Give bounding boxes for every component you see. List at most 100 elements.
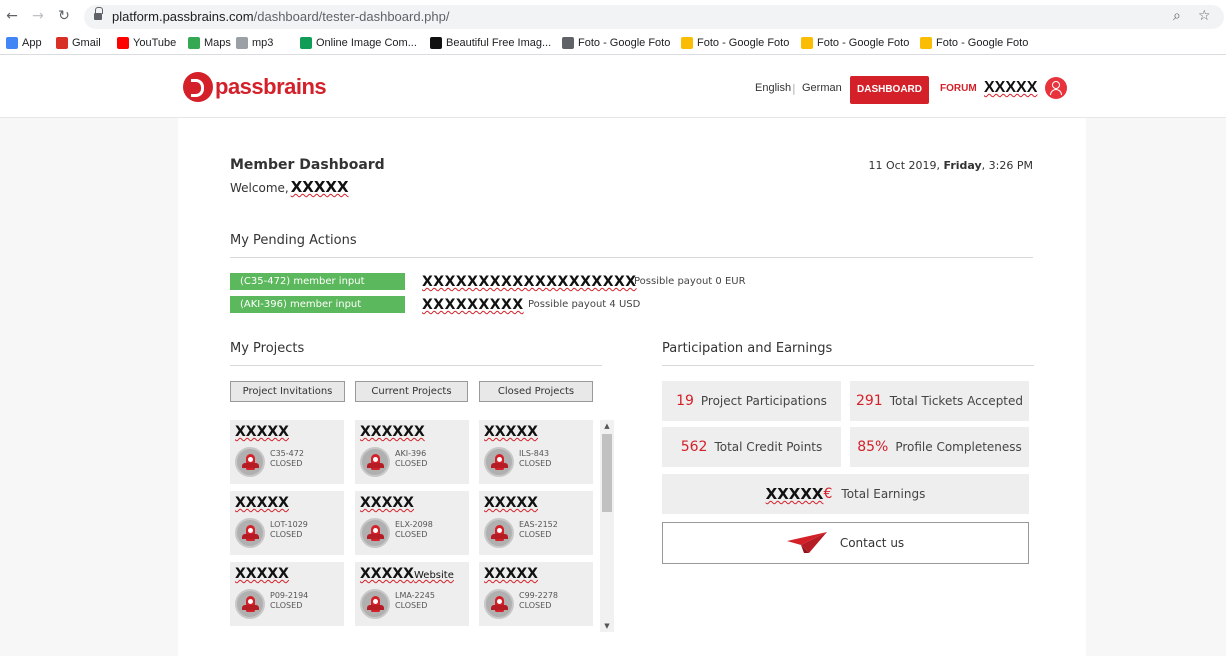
logo-icon	[183, 72, 213, 102]
project-card[interactable]: XXXXX C99-2278 CLOSED	[479, 562, 593, 626]
participation-earnings-title: Participation and Earnings	[662, 341, 833, 356]
bookmark-favicon-icon	[681, 37, 693, 49]
language-english-link[interactable]: English	[755, 82, 791, 94]
project-code: ILS-843 CLOSED	[519, 449, 552, 468]
bookmark-item[interactable]: Gmail	[56, 37, 101, 49]
rocket-icon	[235, 589, 265, 619]
stat-credit-points: 562 Total Credit Points	[662, 427, 841, 467]
project-name: XXXXXWebsite	[360, 566, 454, 582]
bookmark-item[interactable]: Maps	[188, 37, 231, 49]
pending-actions-title: My Pending Actions	[230, 233, 357, 248]
rocket-icon	[235, 447, 265, 477]
project-name: XXXXX	[235, 495, 289, 511]
bookmark-item[interactable]: YouTube	[117, 37, 176, 49]
bookmark-item[interactable]: Foto - Google Foto	[562, 37, 670, 49]
project-card[interactable]: XXXXX EAS-2152 CLOSED	[479, 491, 593, 555]
rocket-icon	[484, 589, 514, 619]
scrollbar-thumb[interactable]	[602, 434, 612, 512]
language-german-link[interactable]: German	[802, 82, 842, 94]
pending-action-project[interactable]: XXXXXXXXXXXXXXXXXXX	[422, 274, 637, 290]
rocket-icon	[360, 518, 390, 548]
project-status: CLOSED	[519, 530, 552, 539]
project-name: XXXXX	[484, 424, 538, 440]
project-card[interactable]: XXXXX ELX-2098 CLOSED	[355, 491, 469, 555]
bookmark-favicon-icon	[236, 37, 248, 49]
project-name: XXXXX	[484, 495, 538, 511]
scroll-up-icon[interactable]: ▲	[600, 420, 614, 432]
bookmark-item[interactable]: Foto - Google Foto	[920, 37, 1028, 49]
site-header: passbrains English | German DASHBOARD FO…	[0, 55, 1226, 118]
tab-closed-projects[interactable]: Closed Projects	[479, 381, 593, 402]
forum-link[interactable]: FORUM	[940, 83, 977, 94]
scroll-down-icon[interactable]: ▼	[600, 620, 614, 632]
paper-plane-icon	[786, 532, 827, 553]
bookmark-item[interactable]: Online Image Com...	[300, 37, 417, 49]
bookmark-item[interactable]: Foto - Google Foto	[681, 37, 789, 49]
bookmark-item[interactable]: mp3	[236, 37, 273, 49]
projects-grid: XXXXX C35-472 CLOSED XXXXXX AKI-396 CLOSED XXX…	[230, 420, 594, 628]
tab-current-projects[interactable]: Current Projects	[355, 381, 468, 402]
bookmark-favicon-icon	[300, 37, 312, 49]
rocket-icon	[235, 518, 265, 548]
zoom-icon[interactable]: ⌕	[1173, 8, 1181, 24]
project-status: CLOSED	[395, 459, 428, 468]
star-icon[interactable]: ☆	[1198, 8, 1211, 24]
project-code: P09-2194 CLOSED	[270, 591, 309, 610]
project-code: C99-2278 CLOSED	[519, 591, 559, 610]
project-name: XXXXX	[484, 566, 538, 582]
lock-icon	[94, 7, 103, 21]
project-card[interactable]: XXXXX P09-2194 CLOSED	[230, 562, 344, 626]
address-bar[interactable]: platform.passbrains.com/dashboard/tester…	[84, 5, 1224, 29]
project-status: CLOSED	[270, 530, 303, 539]
pending-action-project[interactable]: XXXXXXXXX	[422, 297, 524, 313]
divider	[230, 257, 1033, 258]
project-name: XXXXXX	[360, 424, 425, 440]
pending-action-badge[interactable]: (AKI-396) member input required	[230, 296, 405, 327]
bookmarks-bar: App Gmail YouTube Maps mp3 Online Image Com..…	[0, 33, 1226, 55]
language-separator: |	[792, 82, 796, 95]
bookmark-favicon-icon	[920, 37, 932, 49]
dashboard-panel: Member Dashboard Welcome, XXXXX 11 Oct 2…	[178, 118, 1086, 656]
project-code: LOT-1029 CLOSED	[270, 520, 308, 539]
back-arrow-icon[interactable]: ←	[4, 8, 20, 24]
dashboard-button[interactable]: DASHBOARD	[850, 76, 929, 104]
welcome-message: Welcome, XXXXX	[230, 178, 349, 196]
current-date: 11 Oct 2019, Friday, 3:26 PM	[868, 159, 1033, 172]
bookmark-item[interactable]: Beautiful Free Imag...	[430, 37, 551, 49]
project-card[interactable]: XXXXXX AKI-396 CLOSED	[355, 420, 469, 484]
project-code: EAS-2152 CLOSED	[519, 520, 558, 539]
project-name: XXXXX	[235, 566, 289, 582]
forward-arrow-icon[interactable]: →	[30, 8, 46, 24]
project-card[interactable]: XXXXX ILS-843 CLOSED	[479, 420, 593, 484]
project-card[interactable]: XXXXX LOT-1029 CLOSED	[230, 491, 344, 555]
bookmark-favicon-icon	[117, 37, 129, 49]
bookmark-item[interactable]: Foto - Google Foto	[801, 37, 909, 49]
project-card[interactable]: XXXXXWebsite LMA-2245 CLOSED	[355, 562, 469, 626]
project-card[interactable]: XXXXX C35-472 CLOSED	[230, 420, 344, 484]
rocket-icon	[484, 447, 514, 477]
rocket-icon	[360, 447, 390, 477]
passbrains-logo[interactable]: passbrains	[183, 72, 327, 102]
project-code: AKI-396 CLOSED	[395, 449, 428, 468]
rocket-icon	[484, 518, 514, 548]
contact-us-button[interactable]: Contact us	[662, 522, 1029, 564]
divider	[662, 365, 1034, 366]
pending-action-payout: Possible payout 4 USD	[528, 299, 641, 310]
project-name: XXXXX	[360, 495, 414, 511]
stat-project-participations: 19 Project Participations	[662, 381, 841, 421]
my-projects-title: My Projects	[230, 341, 305, 356]
project-status: CLOSED	[395, 530, 428, 539]
bookmark-item[interactable]: App	[6, 37, 42, 49]
reload-icon[interactable]: ↻	[56, 8, 72, 24]
rocket-icon	[360, 589, 390, 619]
stat-total-earnings: XXXXX € Total Earnings	[662, 474, 1029, 514]
bookmark-favicon-icon	[562, 37, 574, 49]
tab-project-invitations[interactable]: Project Invitations	[230, 381, 345, 402]
bookmark-favicon-icon	[430, 37, 442, 49]
projects-scrollbar[interactable]: ▲ ▼	[600, 420, 614, 632]
user-profile-icon[interactable]	[1045, 77, 1067, 99]
bookmark-favicon-icon	[188, 37, 200, 49]
pending-action-badge[interactable]: (C35-472) member input required	[230, 273, 405, 304]
stat-profile-completeness: 85% Profile Completeness	[850, 427, 1029, 467]
header-username[interactable]: XXXXX	[984, 79, 1037, 97]
